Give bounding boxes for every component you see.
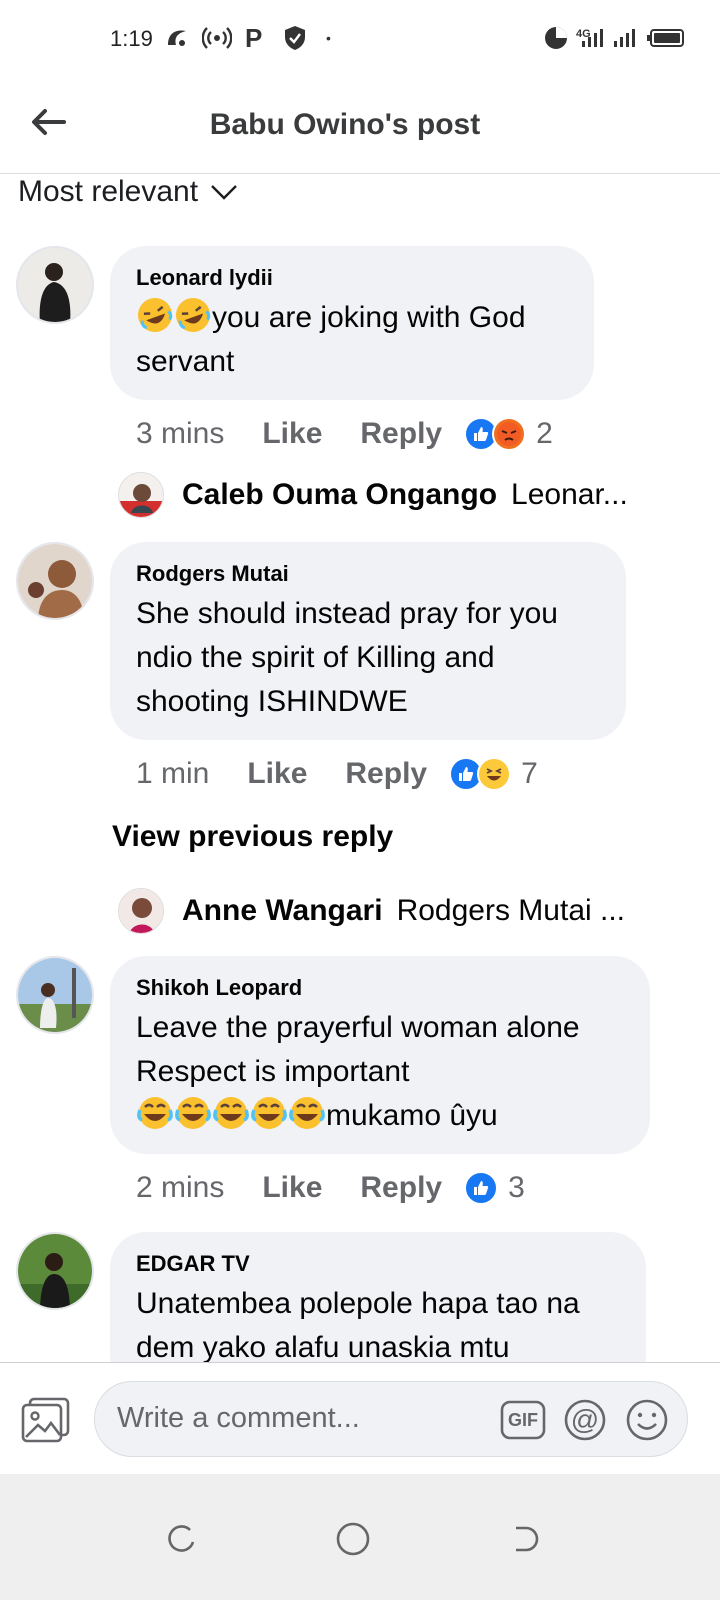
avatar[interactable] [16, 246, 94, 324]
comment-actions: 3 mins Like Reply 2 [136, 412, 553, 456]
comment-text: Leave the prayerful woman alone Respect … [136, 1006, 624, 1138]
reply-button[interactable]: Reply [360, 417, 442, 451]
chevron-down-icon [211, 185, 237, 200]
avatar[interactable] [16, 1232, 94, 1310]
comment-author[interactable]: EDGAR TV [136, 1250, 620, 1278]
avatar[interactable] [16, 956, 94, 1034]
comment-text-line: She should instead pray for you [136, 597, 558, 630]
avatar[interactable] [16, 542, 94, 620]
reactions-summary[interactable] [464, 417, 527, 451]
comment-text-line: mukamo ûyu [326, 1099, 498, 1132]
comment-bubble[interactable]: Leonard lydii you are joking with God se… [110, 246, 594, 400]
tears-of-joy-emoji-icon [137, 1097, 173, 1129]
comment-actions: 2 mins Like Reply 3 [136, 1166, 525, 1210]
angry-reaction-icon [492, 417, 527, 451]
comment-actions: 1 min Like Reply 7 [136, 752, 538, 796]
comment-bubble[interactable]: Rodgers Mutai She should instead pray fo… [110, 542, 626, 740]
reply-button[interactable]: Reply [345, 757, 427, 791]
comment-time: 3 mins [136, 417, 225, 450]
comment-text: Unatembea polepole hapa tao na dem yako … [136, 1282, 620, 1370]
recent-apps-icon [168, 1525, 195, 1552]
comment-text-line: ndio the spirit of Killing and [136, 641, 495, 674]
p-icon: P [245, 22, 263, 53]
avatar[interactable] [118, 472, 164, 518]
comment-author[interactable]: Shikoh Leopard [136, 974, 624, 1002]
reactions-summary[interactable] [464, 1171, 499, 1205]
status-bar: 1:19 P • 4G [0, 0, 720, 80]
battery-icon [646, 22, 686, 54]
comment-text-line: dem yako alafu unaskia mtu [136, 1331, 510, 1364]
comment-composer: Write a comment... GIF @ [0, 1362, 720, 1474]
mention-button[interactable]: @ [561, 1396, 609, 1444]
reaction-count: 7 [521, 757, 538, 790]
comment-text-line: you are joking with God [212, 301, 526, 334]
reply-preview[interactable]: Caleb Ouma Ongango Leonar... [118, 470, 678, 520]
reactions-summary[interactable] [449, 757, 512, 791]
reply-snippet: Leonar... [511, 478, 628, 511]
comment-text-line: Leave the prayerful woman alone [136, 1011, 580, 1044]
comment-bubble[interactable]: Shikoh Leopard Leave the prayerful woman… [110, 956, 650, 1154]
shield-icon [282, 22, 308, 54]
notification-dot: • [326, 30, 331, 46]
rofl-emoji-icon [138, 298, 173, 332]
gif-button[interactable]: GIF [499, 1396, 547, 1444]
reply-author[interactable]: Caleb Ouma Ongango [182, 478, 497, 512]
like-button[interactable]: Like [262, 1171, 322, 1205]
nfc-icon [160, 22, 194, 54]
system-nav-bar [0, 1474, 720, 1600]
comment-text-line: servant [136, 345, 235, 378]
view-previous-reply-link[interactable]: View previous reply [112, 820, 393, 854]
like-button[interactable]: Like [247, 757, 307, 791]
back-nav-button[interactable] [500, 1514, 550, 1564]
tears-of-joy-emoji-icon [175, 1097, 211, 1129]
haha-reaction-icon [477, 757, 512, 791]
page-title: Babu Owino's post [209, 108, 481, 141]
home-icon [336, 1522, 370, 1556]
rofl-emoji-icon [176, 298, 211, 332]
signal-icon [580, 22, 644, 54]
reply-author[interactable]: Anne Wangari [182, 894, 383, 928]
post-header: Babu Owino's post [0, 80, 720, 174]
comment-text-line: shooting ISHINDWE [136, 685, 408, 718]
reply-preview[interactable]: Anne Wangari Rodgers Mutai ... [118, 886, 678, 936]
comment-input-placeholder: Write a comment... [117, 1402, 360, 1434]
comment-author[interactable]: Rodgers Mutai [136, 560, 600, 588]
mention-icon-label: @ [570, 1404, 600, 1435]
reaction-count: 2 [536, 417, 553, 450]
home-button[interactable] [328, 1514, 378, 1564]
comment-time: 2 mins [136, 1171, 225, 1204]
data-saver-icon [542, 22, 570, 54]
back-nav-icon [516, 1526, 539, 1552]
recent-apps-button[interactable] [156, 1514, 206, 1564]
comment-text-line: Respect is important [136, 1055, 410, 1088]
gif-icon-label: GIF [508, 1409, 538, 1430]
comment-author[interactable]: Leonard lydii [136, 264, 568, 292]
tears-of-joy-emoji-icon [213, 1097, 249, 1129]
avatar[interactable] [118, 888, 164, 934]
comment-time: 1 min [136, 757, 210, 790]
hotspot-icon [200, 22, 234, 54]
comment-input[interactable]: Write a comment... GIF @ [94, 1381, 688, 1457]
smiley-icon [626, 1399, 668, 1441]
tears-of-joy-emoji-icon [251, 1097, 287, 1129]
comment-text: She should instead pray for you ndio the… [136, 592, 600, 724]
reply-snippet: Rodgers Mutai ... [396, 894, 626, 927]
like-button[interactable]: Like [262, 417, 322, 451]
photo-button[interactable] [20, 1395, 72, 1445]
sort-dropdown[interactable]: Most relevant [18, 172, 238, 212]
photo-icon [21, 1397, 70, 1443]
like-reaction-icon [464, 1171, 499, 1205]
sort-label: Most relevant [18, 175, 199, 208]
status-time: 1:19 [110, 26, 153, 51]
comment-text: you are joking with God servant [136, 296, 568, 384]
reaction-count: 3 [508, 1171, 525, 1204]
comment-text-line: Unatembea polepole hapa tao na [136, 1287, 580, 1320]
tears-of-joy-emoji-icon [289, 1097, 325, 1129]
emoji-button[interactable] [623, 1396, 671, 1444]
reply-button[interactable]: Reply [360, 1171, 442, 1205]
